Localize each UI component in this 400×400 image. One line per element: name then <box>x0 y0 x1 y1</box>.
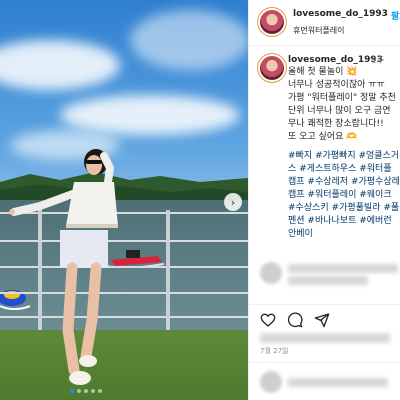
hashtag-line[interactable]: 캠프 #수상레저 #가평수상레 <box>288 176 400 189</box>
hashtag-line[interactable]: 펜션 #바나나보트 #에버런 <box>288 215 392 228</box>
blurred-text <box>288 378 388 387</box>
send-icon[interactable] <box>314 312 330 328</box>
hashtag-line[interactable]: 안베이 <box>288 228 313 241</box>
avatar <box>260 371 282 393</box>
blurred-comment-input <box>260 371 400 393</box>
carousel-dot <box>70 389 74 393</box>
post-header: lovesome_do_1993 팔로 휴먼워터플레이 <box>249 0 400 46</box>
blurred-comment <box>260 262 400 285</box>
heart-icon[interactable] <box>260 312 276 328</box>
caption-text: 올해 첫 물놀이 💥 <box>288 67 358 77</box>
blurred-likes <box>260 333 390 343</box>
post-photo[interactable]: › <box>0 0 248 400</box>
caption-avatar[interactable] <box>260 56 284 80</box>
caption-text: 단위 너무나 많이 오구 금연 <box>288 106 391 116</box>
blurred-text <box>288 264 398 273</box>
carousel-dots <box>70 389 102 393</box>
caption-text: 무나 쾌적한 장소랍니다!! <box>288 119 384 129</box>
carousel-next-button[interactable]: › <box>224 193 242 211</box>
header-username[interactable]: lovesome_do_1993 <box>293 9 388 19</box>
comment-icon[interactable] <box>287 312 303 328</box>
blurred-text <box>288 276 368 285</box>
woman-figure <box>9 149 118 385</box>
chevron-right-icon: › <box>230 195 236 209</box>
post-actions <box>249 304 400 332</box>
post-date[interactable]: 7월 27일 <box>260 346 288 356</box>
caption-text: 너무나 성공적이잖아 ㅠㅠ <box>288 80 385 90</box>
carousel-dot <box>77 389 81 393</box>
carousel-dot <box>84 389 88 393</box>
caption-time-ago[interactable]: 2주 <box>372 55 384 66</box>
caption-text: 가평 "워터플레이" 정말 추천 <box>288 93 396 103</box>
hashtag-line[interactable]: 스 #게스트하우스 #워터플 <box>288 163 392 176</box>
avatar[interactable] <box>260 10 284 34</box>
post-side-panel: lovesome_do_1993 팔로 휴먼워터플레이 lovesome_do_… <box>248 0 400 400</box>
caption-text: 또 오고 싶어요 🫶 <box>288 132 358 142</box>
carousel-dot <box>91 389 95 393</box>
follow-button[interactable]: 팔로 <box>391 9 400 22</box>
comment-area <box>249 362 400 400</box>
location-link[interactable]: 휴먼워터플레이 <box>293 25 345 36</box>
hashtag-line[interactable]: #수상스키 #가평풀빌라 #풀 <box>288 202 399 215</box>
hashtag-line[interactable]: 캠프 #워터플레이 #웨이크 <box>288 189 392 202</box>
caption-username[interactable]: lovesome_do_1993 <box>288 55 383 65</box>
carousel-dot <box>98 389 102 393</box>
hashtag-line[interactable]: #빠지 #가평빠지 #엉클스거 <box>288 150 399 163</box>
avatar <box>260 262 282 284</box>
